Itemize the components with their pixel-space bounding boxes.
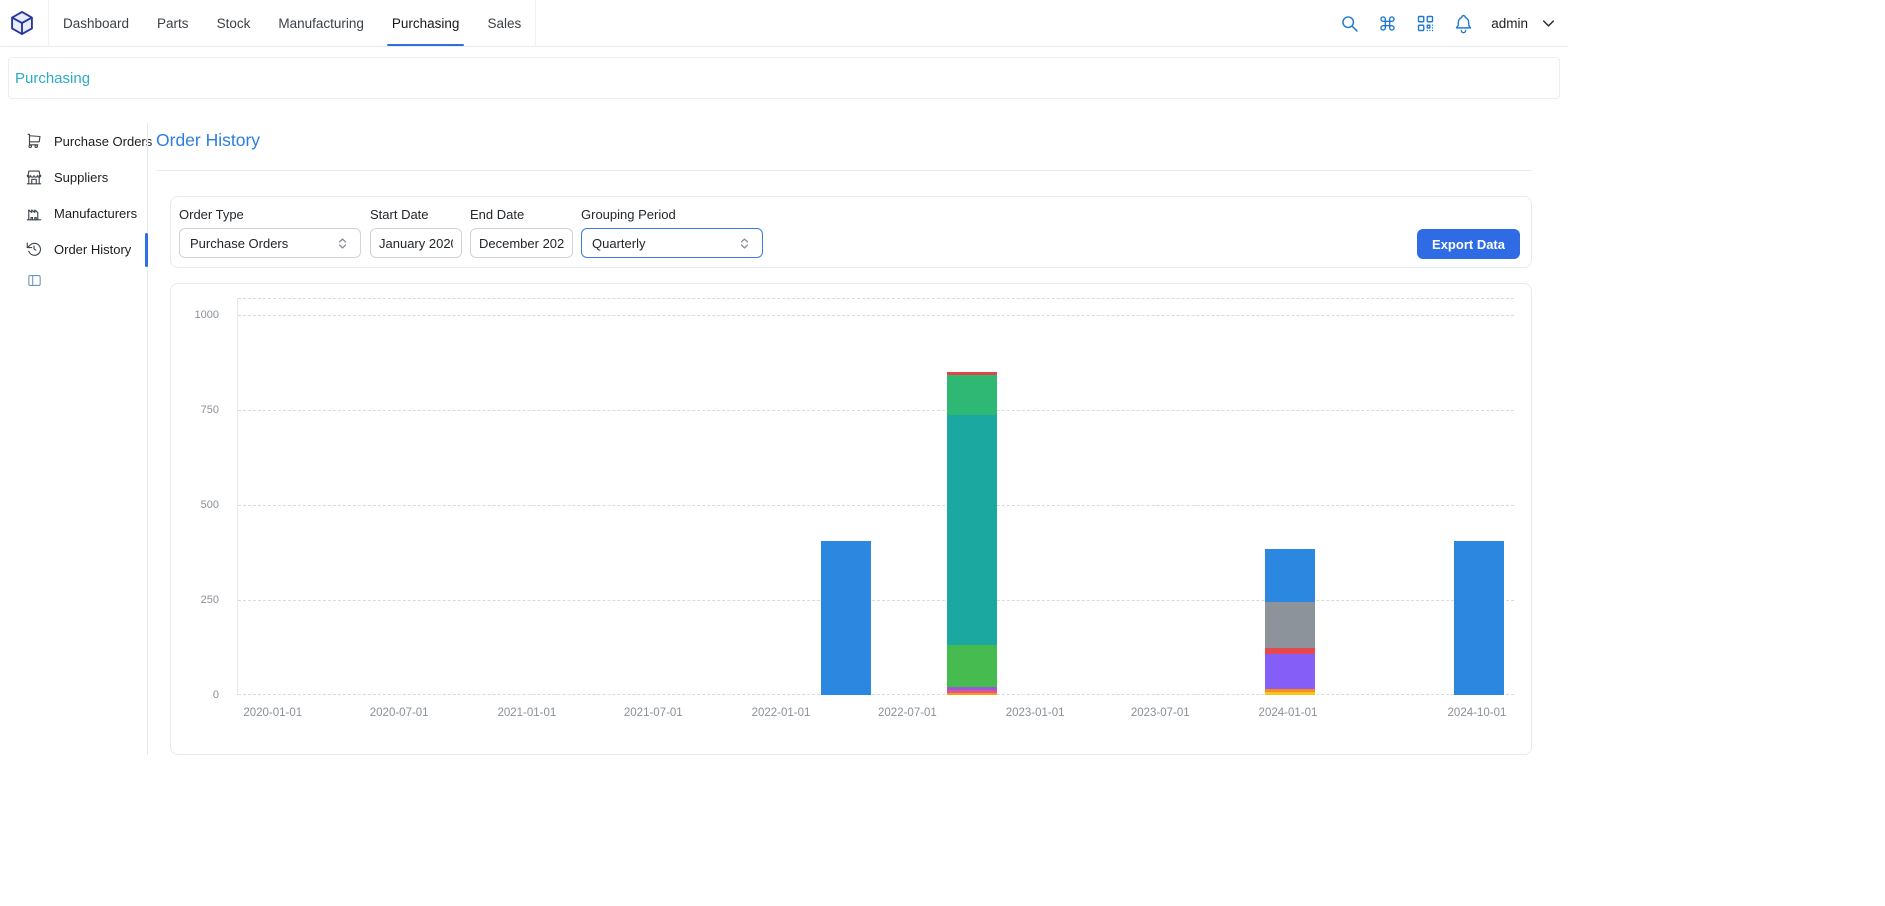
y-axis-label: 250 [201, 594, 219, 606]
selector-chevrons-icon [737, 236, 752, 251]
plot-area [237, 298, 1514, 695]
tab-stock[interactable]: Stock [203, 0, 265, 46]
bar-segment [821, 541, 871, 695]
start-date-input[interactable] [370, 228, 462, 258]
order-type-value: Purchase Orders [190, 236, 288, 251]
start-date-group: Start Date [370, 207, 462, 258]
sidebar-item-suppliers[interactable]: Suppliers [25, 159, 145, 195]
bar-segment [947, 375, 997, 415]
shopping-cart-icon [25, 132, 43, 150]
user-menu[interactable]: admin [1491, 14, 1558, 33]
y-axis-label: 1000 [195, 309, 219, 321]
breadcrumb-purchasing-link[interactable]: Purchasing [15, 70, 90, 87]
sidebar-divider [147, 123, 148, 755]
y-axis-label: 500 [201, 499, 219, 511]
navbar-actions: admin [1339, 13, 1568, 34]
order-type-select[interactable]: Purchase Orders [179, 228, 361, 258]
tab-dashboard[interactable]: Dashboard [49, 0, 143, 46]
gridline [238, 600, 1514, 601]
end-date-input[interactable] [470, 228, 573, 258]
x-axis-labels: 2020-01-01 2020-07-01 2021-01-01 2021-07-01… [237, 707, 1513, 723]
chart-bar[interactable] [947, 372, 997, 695]
bar-segment [947, 693, 997, 695]
chart-bar[interactable] [1454, 541, 1504, 695]
x-axis-label: 2020-01-01 [243, 707, 302, 719]
bar-segment [1265, 692, 1315, 695]
gridline [238, 505, 1514, 506]
gridline [238, 694, 1514, 695]
chart-bar[interactable] [1265, 549, 1315, 695]
bar-segment [947, 645, 997, 688]
x-axis-label: 2024-10-01 [1448, 707, 1507, 719]
tab-sales[interactable]: Sales [473, 0, 535, 46]
bar-segment [1265, 602, 1315, 648]
y-axis-label: 750 [201, 404, 219, 416]
chevron-down-icon [1539, 14, 1558, 33]
sidebar-nav: Purchase Orders Suppliers Manufacturers [25, 123, 145, 267]
notification-bell-icon[interactable] [1453, 13, 1474, 34]
x-axis-label: 2021-07-01 [624, 707, 683, 719]
app-window: Dashboard Parts Stock Manufacturing Purc… [0, 0, 1885, 906]
export-data-button[interactable]: Export Data [1417, 229, 1520, 259]
sidebar-active-indicator [145, 233, 148, 267]
chart-card: 0 250 500 750 1000 2020-01-01 2020-07-01 2021-… [170, 283, 1532, 755]
tab-manufacturing[interactable]: Manufacturing [264, 0, 378, 46]
sidebar-item-label: Purchase Orders [54, 134, 152, 149]
sidebar-toggle-icon[interactable] [26, 272, 43, 289]
gridline [238, 315, 1514, 316]
sidebar-item-purchase-orders[interactable]: Purchase Orders [25, 123, 145, 159]
y-axis-label: 0 [213, 689, 219, 701]
sidebar-item-manufacturers[interactable]: Manufacturers [25, 195, 145, 231]
x-axis-label: 2023-07-01 [1131, 707, 1190, 719]
start-date-label: Start Date [370, 207, 462, 222]
nav-tabs: Dashboard Parts Stock Manufacturing Purc… [48, 0, 536, 46]
y-axis-labels: 02505007501000 [171, 298, 228, 695]
bar-segment [1265, 654, 1315, 689]
barcode-scan-icon[interactable] [1415, 13, 1436, 34]
chart-bar[interactable] [821, 541, 871, 695]
x-axis-label: 2024-01-01 [1259, 707, 1318, 719]
title-divider [156, 170, 1532, 171]
sidebar-item-label: Manufacturers [54, 206, 137, 221]
x-axis-label: 2020-07-01 [370, 707, 429, 719]
tab-parts[interactable]: Parts [143, 0, 203, 46]
factory-icon [25, 204, 43, 222]
grouping-period-group: Grouping Period Quarterly [581, 207, 763, 258]
sidebar-item-label: Suppliers [54, 170, 108, 185]
sidebar-item-label: Order History [54, 242, 131, 257]
order-type-label: Order Type [179, 207, 361, 222]
bar-segment [947, 415, 997, 645]
tab-purchasing[interactable]: Purchasing [378, 0, 474, 46]
end-date-label: End Date [470, 207, 573, 222]
grouping-period-label: Grouping Period [581, 207, 763, 222]
top-navbar: Dashboard Parts Stock Manufacturing Purc… [0, 0, 1568, 47]
username-label: admin [1491, 16, 1528, 31]
bar-segment [1265, 549, 1315, 602]
command-icon[interactable] [1377, 13, 1398, 34]
end-date-group: End Date [470, 207, 573, 258]
selector-chevrons-icon [335, 236, 350, 251]
search-icon[interactable] [1339, 13, 1360, 34]
app-logo-icon[interactable] [8, 9, 36, 37]
bar-segment [1454, 541, 1504, 695]
filter-panel: Order Type Purchase Orders Start Date En… [170, 196, 1532, 268]
x-axis-label: 2023-01-01 [1006, 707, 1065, 719]
gridline [238, 298, 1514, 299]
grouping-period-select[interactable]: Quarterly [581, 228, 763, 258]
x-axis-label: 2021-01-01 [497, 707, 556, 719]
history-icon [25, 240, 43, 258]
breadcrumb: Purchasing [8, 57, 1560, 99]
order-type-group: Order Type Purchase Orders [179, 207, 361, 258]
x-axis-label: 2022-01-01 [752, 707, 811, 719]
page-title: Order History [156, 130, 260, 151]
building-store-icon [25, 168, 43, 186]
grouping-period-value: Quarterly [592, 236, 645, 251]
x-axis-label: 2022-07-01 [878, 707, 937, 719]
gridline [238, 410, 1514, 411]
sidebar-item-order-history[interactable]: Order History [25, 231, 145, 267]
